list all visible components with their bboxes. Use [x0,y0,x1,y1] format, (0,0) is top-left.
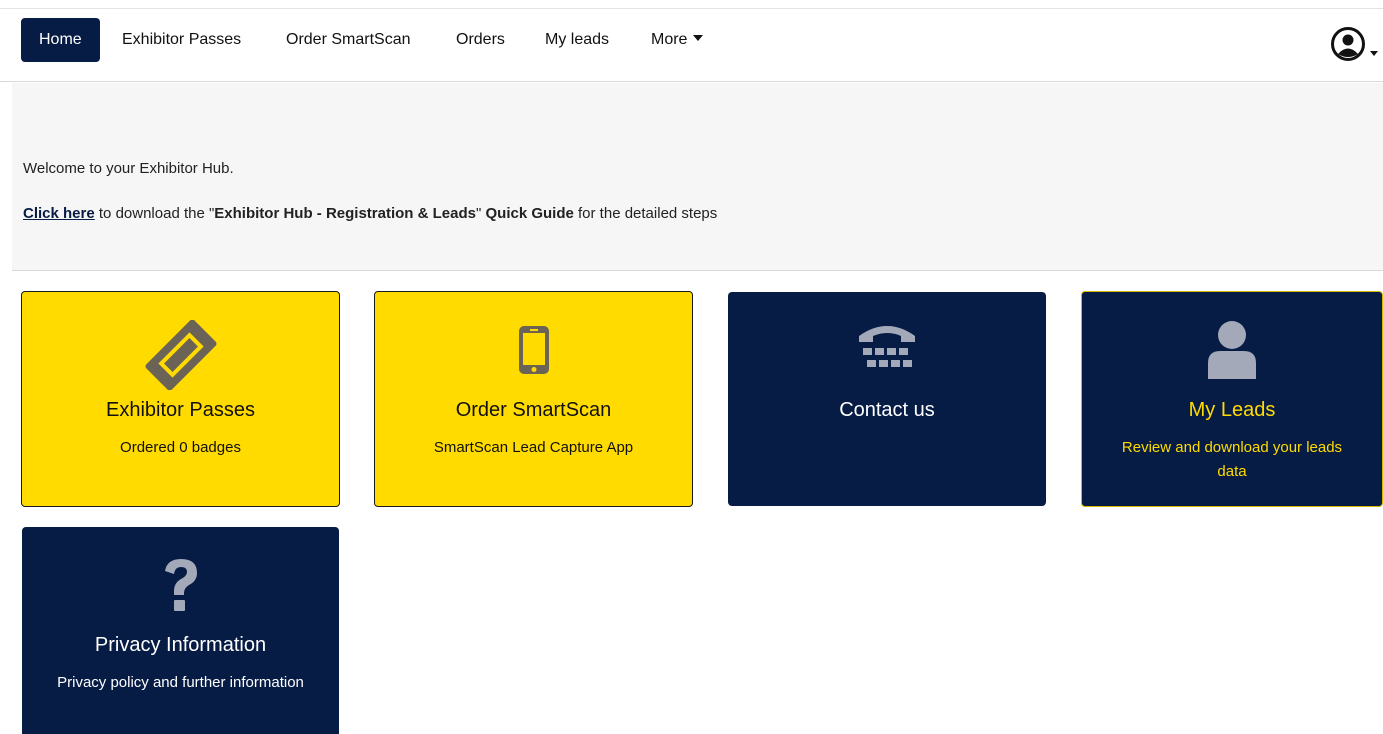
tile-title: Contact us [839,399,935,421]
tile-title: Exhibitor Passes [106,399,255,421]
nav-more-dropdown[interactable]: More [651,18,704,62]
tile-title: My Leads [1188,399,1276,421]
tile-title: Order SmartScan [455,399,612,421]
top-navbar: Home Exhibitor Passes Order SmartScan Or… [0,9,1383,82]
tile-subtitle: Privacy policy and further information [57,674,304,691]
guide-text-before: to download the " [94,205,215,222]
nav-orders[interactable]: Orders [456,18,505,62]
question-mark-icon [164,559,197,611]
nav-home[interactable]: Home [21,18,100,62]
nav-more-label: More [651,31,688,48]
tile-my-leads[interactable]: My Leads Review and download your leads … [1081,291,1383,507]
mobile-phone-icon [518,326,549,374]
user-icon [1208,321,1256,379]
click-here-link[interactable]: Click here [23,205,95,222]
tile-subtitle: SmartScan Lead Capture App [433,439,634,456]
user-circle-icon [1331,27,1365,61]
welcome-text: Welcome to your Exhibitor Hub. [23,160,234,177]
tile-order-smartscan[interactable]: Order SmartScan SmartScan Lead Capture A… [374,291,693,507]
intro-panel: Welcome to your Exhibitor Hub. Click her… [12,83,1383,271]
guide-text-after: for the detailed steps [573,205,718,222]
tile-exhibitor-passes[interactable]: Exhibitor Passes Ordered 0 badges [21,291,340,507]
tile-title: Privacy Information [94,634,267,656]
guide-label: Quick Guide [485,205,574,222]
caret-down-icon [1370,51,1378,56]
chevron-down-icon [693,35,704,42]
ticket-icon [144,320,217,390]
tile-contact-us[interactable]: Contact us [728,292,1046,506]
guide-name: Exhibitor Hub - Registration & Leads [214,205,476,222]
nav-my-leads[interactable]: My leads [545,18,609,62]
telephone-icon [859,326,915,367]
tile-subtitle: Ordered 0 badges [120,439,241,456]
guide-paragraph: Click here to download the "Exhibitor Hu… [23,205,717,222]
tile-subtitle: Review and download your leads data [1121,439,1343,480]
user-menu[interactable] [1330,26,1383,66]
nav-order-smartscan[interactable]: Order SmartScan [286,18,410,62]
nav-exhibitor-passes[interactable]: Exhibitor Passes [122,18,241,62]
tile-privacy-information[interactable]: Privacy Information Privacy policy and f… [22,527,339,734]
